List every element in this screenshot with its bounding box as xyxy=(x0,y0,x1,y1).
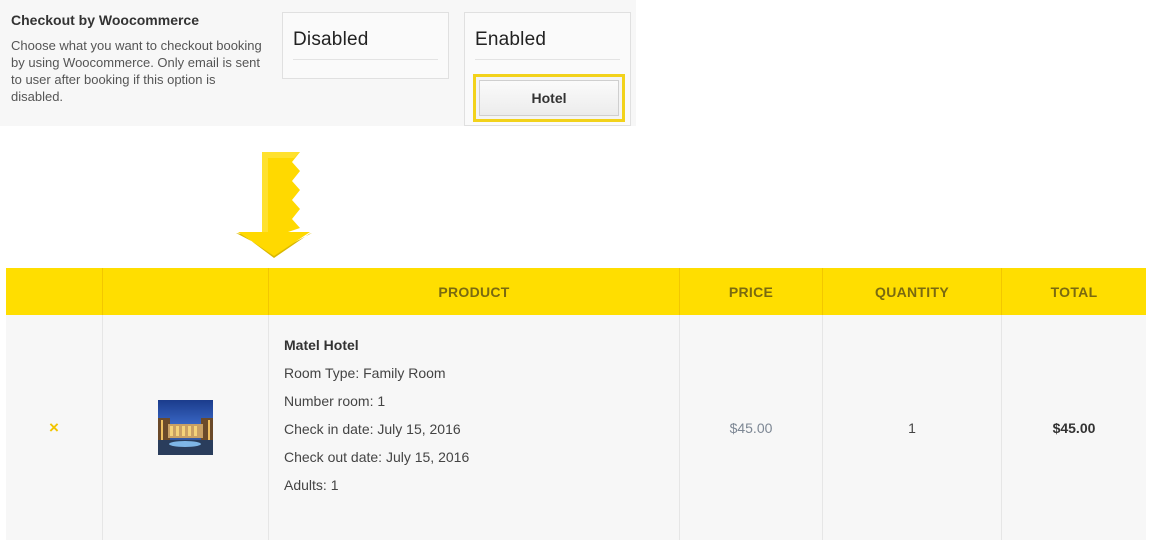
number-room: Number room: 1 xyxy=(284,393,386,409)
adults-count: Adults: 1 xyxy=(284,477,339,493)
option-enabled-label: Enabled xyxy=(475,29,547,50)
checkout-settings-panel: Checkout by Woocommerce Choose what you … xyxy=(0,0,636,126)
hotel-thumbnail-image[interactable] xyxy=(158,400,213,455)
remove-item-icon[interactable]: × xyxy=(49,418,59,438)
item-total: $45.00 xyxy=(1052,419,1096,436)
divider xyxy=(293,59,438,60)
hotel-button[interactable]: Hotel xyxy=(473,74,625,122)
header-product: PRODUCT xyxy=(438,283,510,300)
header-total: TOTAL xyxy=(1050,283,1098,300)
price-cell: $45.00 xyxy=(680,315,822,540)
option-disabled-card[interactable]: Disabled xyxy=(282,12,449,79)
item-price: $45.00 xyxy=(729,419,773,436)
option-enabled-card[interactable]: Enabled Hotel xyxy=(464,12,631,126)
thumbnail-cell xyxy=(103,315,268,540)
remove-cell: × xyxy=(6,315,102,540)
total-cell: $45.00 xyxy=(1002,315,1146,540)
header-thumbnail xyxy=(103,268,268,315)
header-remove xyxy=(6,268,102,315)
header-price: PRICE xyxy=(728,283,774,300)
settings-title: Checkout by Woocommerce xyxy=(11,12,200,28)
item-quantity: 1 xyxy=(908,419,916,436)
cart-table: PRODUCT PRICE QUANTITY TOTAL × Matel Hot… xyxy=(6,268,1146,540)
table-row: × Matel Hotel Room Type: Family Room Num… xyxy=(6,315,1146,540)
product-name[interactable]: Matel Hotel xyxy=(284,334,469,362)
option-disabled-label: Disabled xyxy=(293,29,369,50)
down-arrow-icon xyxy=(236,152,312,258)
room-type: Room Type: Family Room xyxy=(284,365,446,381)
column-divider xyxy=(268,315,269,540)
product-details: Matel Hotel Room Type: Family Room Numbe… xyxy=(284,334,469,502)
check-out-date: Check out date: July 15, 2016 xyxy=(284,449,470,465)
settings-description: Choose what you want to checkout booking… xyxy=(11,38,262,104)
cart-table-header: PRODUCT PRICE QUANTITY TOTAL xyxy=(6,268,1146,315)
header-quantity: QUANTITY xyxy=(875,283,949,300)
hotel-button-label: Hotel xyxy=(479,80,619,116)
divider xyxy=(475,59,620,60)
check-in-date: Check in date: July 15, 2016 xyxy=(284,421,461,437)
quantity-cell: 1 xyxy=(823,315,1001,540)
